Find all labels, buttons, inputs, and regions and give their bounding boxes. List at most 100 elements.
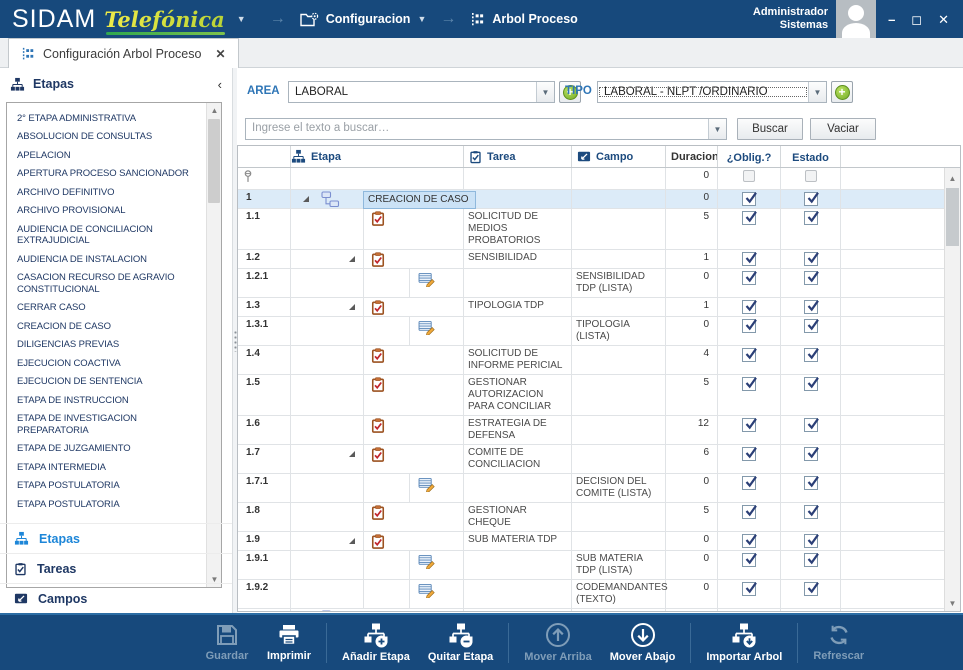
checkbox[interactable] xyxy=(804,582,818,596)
list-item[interactable]: ETAPA DE JUZGAMIENTO xyxy=(7,440,206,459)
search-input[interactable]: Ingrese el texto a buscar… ▼ xyxy=(245,118,727,140)
table-row[interactable]: 1.8GESTIONAR CHEQUE5 xyxy=(238,503,944,532)
column-header-empty[interactable] xyxy=(841,146,960,167)
checkbox[interactable] xyxy=(742,476,756,490)
list-item[interactable]: ETAPA POSTULATORIA xyxy=(7,495,206,514)
table-row[interactable]: 1.9SUB MATERIA TDP0 xyxy=(238,532,944,551)
checkbox[interactable] xyxy=(742,534,756,548)
table-row[interactable]: 1.9.1SUB MATERIA TDP (LISTA)0 xyxy=(238,551,944,580)
checkbox[interactable] xyxy=(742,582,756,596)
chevron-down-icon[interactable]: ▼ xyxy=(237,14,246,24)
column-header-etapa[interactable]: Etapa xyxy=(291,146,464,167)
checkbox[interactable] xyxy=(804,271,818,285)
list-item[interactable]: ABSOLUCION DE CONSULTAS xyxy=(7,128,206,147)
close-button[interactable]: ✕ xyxy=(938,13,949,26)
checkbox[interactable] xyxy=(804,377,818,391)
breadcrumb-configuracion[interactable]: Configuracion ▼ xyxy=(300,12,427,27)
table-row[interactable]: 1.6ESTRATEGIA DE DEFENSA12 xyxy=(238,416,944,445)
column-header-empty[interactable] xyxy=(238,146,291,167)
table-row[interactable]: 1.2.1SENSIBILIDAD TDP (LISTA)0 xyxy=(238,269,944,298)
list-item[interactable]: AUDIENCIA DE INSTALACION xyxy=(7,250,206,269)
grid-scrollbar[interactable]: ▲ ▼ xyxy=(944,168,960,611)
list-item[interactable]: ETAPA DE INSTRUCCION xyxy=(7,391,206,410)
table-row[interactable]: 1.3.1TIPOLOGIA (LISTA)0 xyxy=(238,317,944,346)
table-row[interactable]: 1.9.2CODEMANDANTES (TEXTO)0 xyxy=(238,580,944,609)
list-item[interactable]: EJECUCION COACTIVA xyxy=(7,354,206,373)
table-row[interactable]: 1.5GESTIONAR AUTORIZACION PARA CONCILIAR… xyxy=(238,375,944,416)
table-row[interactable]: 1.3TIPOLOGIA TDP1 xyxy=(238,298,944,317)
checkbox[interactable] xyxy=(742,348,756,362)
table-row[interactable]: 1.7.1DECISION DEL COMITE (LISTA)0 xyxy=(238,474,944,503)
column-header-oblig[interactable]: ¿Oblig.? xyxy=(718,146,781,167)
table-row[interactable]: 1.2SENSIBILIDAD1 xyxy=(238,250,944,269)
checkbox[interactable] xyxy=(804,418,818,432)
sidebar-item-campos[interactable]: Campos xyxy=(0,583,232,613)
checkbox[interactable] xyxy=(742,553,756,567)
imprimir-button[interactable]: Imprimir xyxy=(258,617,320,669)
table-row[interactable]: 2PRIMERA INSTANCIA0 xyxy=(238,609,944,611)
checkbox[interactable] xyxy=(742,192,756,206)
chevron-down-icon[interactable]: ▼ xyxy=(708,119,726,139)
checkbox[interactable] xyxy=(742,211,756,225)
expander-icon[interactable] xyxy=(349,538,355,544)
list-item[interactable]: CERRAR CASO xyxy=(7,299,206,318)
checkbox[interactable] xyxy=(805,170,817,182)
vaciar-button[interactable]: Vaciar xyxy=(810,118,876,140)
expander-icon[interactable] xyxy=(349,304,355,310)
table-row[interactable]: 1.4SOLICITUD DE INFORME PERICIAL4 xyxy=(238,346,944,375)
list-item[interactable]: AUDIENCIA DE CONCILIACION EXTRAJUDICIAL xyxy=(7,220,206,250)
list-item[interactable]: ARCHIVO DEFINITIVO xyxy=(7,183,206,202)
checkbox[interactable] xyxy=(804,534,818,548)
chevron-down-icon[interactable]: ▼ xyxy=(808,82,826,102)
list-item[interactable]: 2° ETAPA ADMINISTRATIVA xyxy=(7,109,206,128)
checkbox[interactable] xyxy=(804,252,818,266)
scroll-up-icon[interactable]: ▲ xyxy=(207,103,222,118)
checkbox[interactable] xyxy=(804,447,818,461)
tab-close-icon[interactable]: ✕ xyxy=(215,47,225,61)
scroll-thumb[interactable] xyxy=(208,119,220,203)
scroll-down-icon[interactable]: ▼ xyxy=(945,595,960,611)
list-item[interactable]: EJECUCION DE SENTENCIA xyxy=(7,373,206,392)
checkbox[interactable] xyxy=(742,377,756,391)
tipo-combobox[interactable]: LABORAL - NLPT /ORDINARIO ▼ xyxy=(597,81,827,103)
minimize-button[interactable]: – xyxy=(888,13,895,26)
quitar-etapa-button[interactable]: Quitar Etapa xyxy=(419,617,502,669)
breadcrumb-arbol-proceso[interactable]: Arbol Proceso xyxy=(470,12,577,27)
table-row[interactable]: 1.1SOLICITUD DE MEDIOS PROBATORIOS5 xyxy=(238,209,944,250)
table-row[interactable]: 1CREACION DE CASO0 xyxy=(238,190,944,209)
expander-icon[interactable] xyxy=(303,196,309,202)
column-header-tarea[interactable]: Tarea xyxy=(464,146,572,167)
checkbox[interactable] xyxy=(804,505,818,519)
filter-row[interactable]: 0 xyxy=(238,168,944,190)
checkbox[interactable] xyxy=(742,447,756,461)
table-row[interactable]: 1.7COMITE DE CONCILIACION6 xyxy=(238,445,944,474)
checkbox[interactable] xyxy=(804,348,818,362)
sidebar-item-etapas[interactable]: Etapas xyxy=(0,523,232,553)
buscar-button[interactable]: Buscar xyxy=(737,118,803,140)
checkbox[interactable] xyxy=(804,192,818,206)
checkbox[interactable] xyxy=(804,553,818,567)
a-adir-etapa-button[interactable]: Añadir Etapa xyxy=(333,617,419,669)
checkbox[interactable] xyxy=(804,319,818,333)
tab-configuracion-arbol-proceso[interactable]: Configuración Arbol Proceso ✕ xyxy=(8,38,239,68)
checkbox[interactable] xyxy=(742,505,756,519)
scroll-up-icon[interactable]: ▲ xyxy=(945,170,960,186)
list-item[interactable]: APERTURA PROCESO SANCIONADOR xyxy=(7,165,206,184)
column-header-estado[interactable]: Estado xyxy=(781,146,841,167)
checkbox[interactable] xyxy=(804,476,818,490)
checkbox[interactable] xyxy=(742,252,756,266)
list-item[interactable]: ETAPA POSTULATORIA xyxy=(7,477,206,496)
checkbox[interactable] xyxy=(804,300,818,314)
scroll-thumb[interactable] xyxy=(946,188,959,246)
column-header-duracion[interactable]: Duracion xyxy=(666,146,718,167)
checkbox[interactable] xyxy=(743,170,755,182)
list-item[interactable]: DILIGENCIAS PREVIAS xyxy=(7,336,206,355)
list-item[interactable]: CASACION RECURSO DE AGRAVIO CONSTITUCION… xyxy=(7,269,206,299)
expander-icon[interactable] xyxy=(349,451,355,457)
list-item[interactable]: APELACION xyxy=(7,146,206,165)
column-header-campo[interactable]: Campo xyxy=(572,146,666,167)
importar-arbol-button[interactable]: Importar Arbol xyxy=(697,617,791,669)
checkbox[interactable] xyxy=(742,418,756,432)
checkbox[interactable] xyxy=(742,300,756,314)
checkbox[interactable] xyxy=(742,319,756,333)
